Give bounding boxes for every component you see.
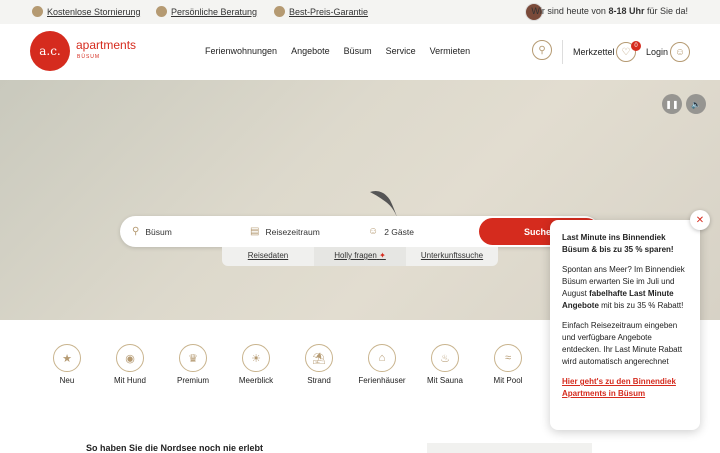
popup-close-button[interactable]: ✕ (690, 210, 710, 230)
popup-text-2: Einfach Reisezeitraum eingeben und verfü… (562, 321, 683, 366)
popup-title: Last Minute ins Binnendiek Büsum & bis z… (562, 233, 674, 254)
location-field[interactable]: ⚲ Büsum (132, 226, 172, 237)
nav-item-angebote[interactable]: Angebote (291, 46, 330, 56)
logo-subtext: BÜSUM (77, 54, 101, 60)
main-nav: Ferienwohnungen Angebote Büsum Service V… (205, 46, 470, 56)
heart-icon: ♡ (621, 46, 631, 58)
category-neu[interactable]: ★ Neu (37, 344, 97, 385)
category-ferienhaeuser[interactable]: ⌂ Ferienhäuser (352, 344, 412, 385)
nav-item-vermieten[interactable]: Vermieten (430, 46, 471, 56)
pool-icon: ≈ (494, 344, 522, 372)
hotline-text: Wir sind heute von 8-18 Uhr für Sie da! (531, 6, 688, 16)
popup-text-1: Spontan ans Meer? Im Binnendiek Büsum er… (562, 265, 685, 310)
badge-icon (274, 6, 285, 17)
logo-text[interactable]: apartments (76, 39, 136, 51)
search-button[interactable]: ⚲ (532, 40, 552, 60)
logo[interactable]: a.c. (30, 31, 70, 71)
top-bar: Kostenlose Stornierung Persönliche Berat… (0, 0, 720, 24)
speaker-muted-icon: 🔈 (691, 99, 701, 109)
usp-link-beratung[interactable]: Persönliche Beratung (156, 6, 257, 17)
user-button[interactable]: ☺ (670, 42, 690, 62)
new-icon: ★ (53, 344, 81, 372)
close-icon: ✕ (695, 214, 705, 226)
date-range-field[interactable]: ▤ Reisezeitraum (250, 226, 320, 237)
last-minute-popup: Last Minute ins Binnendiek Büsum & bis z… (550, 220, 700, 430)
sparkle-icon: ✦ (379, 251, 386, 260)
usp-link-preisgarantie[interactable]: Best-Preis-Garantie (274, 6, 368, 17)
login-link[interactable]: Login (646, 47, 668, 57)
divider (562, 40, 563, 64)
search-icon: ⚲ (538, 44, 546, 56)
teaser-box (427, 443, 592, 453)
nav-item-service[interactable]: Service (386, 46, 416, 56)
nav-item-ferienwohnungen[interactable]: Ferienwohnungen (205, 46, 277, 56)
category-mit-pool[interactable]: ≈ Mit Pool (478, 344, 538, 385)
tab-reisedaten[interactable]: Reisedaten (222, 247, 314, 266)
category-mit-sauna[interactable]: ♨ Mit Sauna (415, 344, 475, 385)
search-subtabs: Reisedaten Holly fragen ✦ Unterkunftssuc… (222, 247, 498, 266)
intro-heading: So haben Sie die Nordsee noch nie erlebt (86, 443, 264, 453)
category-strand[interactable]: ⛱ Strand (289, 344, 349, 385)
guests-field[interactable]: ☺ 2 Gäste (368, 226, 414, 237)
site-header: a.c. apartments BÜSUM Ferienwohnungen An… (0, 24, 720, 80)
pause-icon: ❚❚ (665, 99, 679, 109)
mute-button[interactable]: 🔈 (686, 94, 706, 114)
user-icon: ☺ (674, 46, 686, 58)
sauna-icon: ♨ (431, 344, 459, 372)
house-icon: ⌂ (368, 344, 396, 372)
merkzettel-count-badge: 0 (631, 41, 641, 51)
beach-icon: ⛱ (305, 344, 333, 372)
sun-icon: ☀ (242, 344, 270, 372)
dog-icon: ◉ (116, 344, 144, 372)
category-meerblick[interactable]: ☀ Meerblick (226, 344, 286, 385)
category-mit-hund[interactable]: ◉ Mit Hund (100, 344, 160, 385)
merkzettel-link[interactable]: Merkzettel (573, 47, 615, 57)
premium-icon: ♛ (179, 344, 207, 372)
guests-icon: ☺ (368, 226, 379, 237)
pause-button[interactable]: ❚❚ (662, 94, 682, 114)
category-premium[interactable]: ♛ Premium (163, 344, 223, 385)
badge-icon (156, 6, 167, 17)
badge-icon (32, 6, 43, 17)
popup-link[interactable]: Hier geht's zu den Binnendiek Apartments… (562, 377, 676, 398)
tab-unterkunftssuche[interactable]: Unterkunftssuche (406, 247, 498, 266)
nav-item-buesum[interactable]: Büsum (344, 46, 372, 56)
calendar-icon: ▤ (250, 226, 260, 237)
tab-holly-fragen[interactable]: Holly fragen ✦ (314, 247, 406, 266)
usp-link-storno[interactable]: Kostenlose Stornierung (32, 6, 141, 17)
location-pin-icon: ⚲ (132, 226, 140, 237)
